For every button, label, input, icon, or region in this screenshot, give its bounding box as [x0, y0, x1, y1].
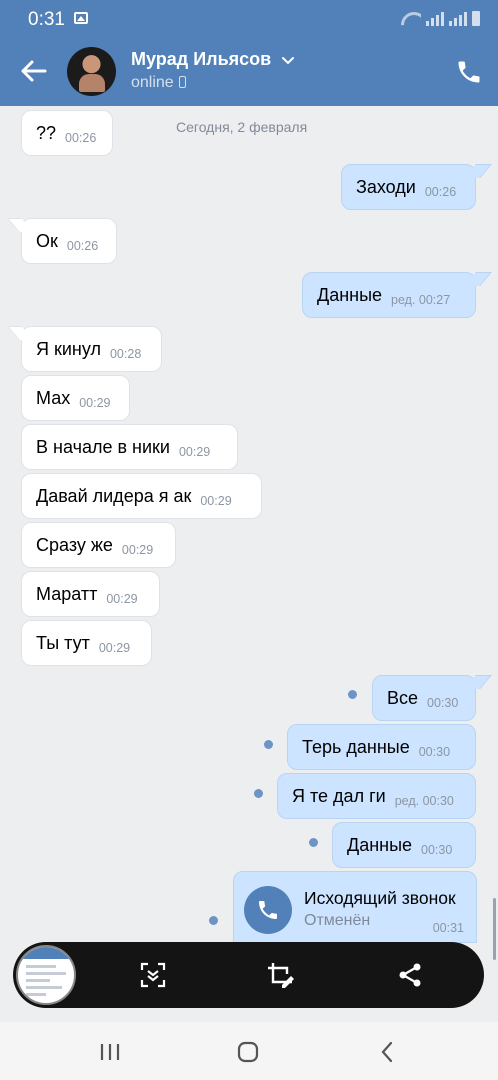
message-incoming[interactable]: Ок 00:26	[21, 218, 117, 264]
message-time: ред. 00:30	[394, 794, 454, 808]
message-time: 00:26	[65, 131, 97, 145]
unread-dot	[309, 838, 318, 847]
recent-apps-icon[interactable]	[96, 1038, 124, 1066]
message-time: 00:29	[106, 592, 138, 606]
message-text: Ок	[36, 230, 58, 251]
message-text: Терь данные	[302, 736, 410, 757]
unread-dot	[209, 916, 218, 925]
call-message[interactable]: Исходящий звонок Отменён 00:31	[233, 871, 477, 943]
status-text: online	[131, 74, 174, 91]
message-incoming[interactable]: Ты тут 00:29	[21, 620, 152, 666]
call-status: Отменён	[304, 912, 371, 929]
message-time: 00:30	[418, 745, 451, 759]
message-time: 00:29	[178, 445, 211, 459]
avatar[interactable]	[67, 47, 116, 96]
back-arrow-icon[interactable]	[18, 58, 48, 84]
phone-icon	[259, 901, 277, 919]
message-incoming[interactable]: В начале в ники 00:29	[21, 424, 238, 470]
message-text: Давай лидера я ак	[36, 485, 192, 506]
message-text: В начале в ники	[36, 436, 170, 457]
message-incoming[interactable]: Мах 00:29	[21, 375, 130, 421]
message-text: Маратт	[36, 583, 98, 604]
message-outgoing[interactable]: Заходи 00:26	[341, 164, 476, 210]
mobile-icon	[178, 76, 186, 88]
crop-edit-icon[interactable]	[266, 961, 294, 989]
gallery-notification-icon	[74, 12, 88, 24]
contact-status: online	[131, 74, 186, 92]
signal-icon	[426, 10, 444, 26]
message-text: Данные	[347, 834, 413, 855]
chevron-down-icon[interactable]	[282, 56, 294, 66]
message-incoming[interactable]: Маратт 00:29	[21, 571, 160, 617]
screenshot-thumbnail[interactable]	[16, 945, 76, 1005]
signal-2-icon	[449, 10, 467, 26]
message-time: 00:28	[109, 347, 142, 361]
message-time: 00:29	[79, 396, 111, 410]
chat-header: 0:31 Мурад Ильясов online	[0, 0, 498, 106]
phone-call-icon[interactable]	[455, 58, 483, 86]
message-text: Все	[387, 687, 419, 708]
battery-icon	[472, 10, 480, 26]
status-time: 0:31	[28, 9, 65, 30]
message-time: 00:30	[427, 696, 459, 710]
message-text: Я те дал ги	[292, 785, 386, 806]
scroll-capture-icon[interactable]	[139, 961, 167, 989]
message-text: Данные	[317, 284, 383, 305]
message-outgoing[interactable]: Все 00:30	[372, 675, 476, 721]
message-outgoing[interactable]: Данные 00:30	[332, 822, 476, 868]
unread-dot	[254, 789, 263, 798]
message-text: Мах	[36, 387, 71, 408]
message-incoming[interactable]: ?? 00:26	[21, 110, 113, 156]
message-incoming[interactable]: Давай лидера я ак 00:29	[21, 473, 262, 519]
back-nav-icon[interactable]	[374, 1038, 402, 1066]
message-time: 00:29	[121, 543, 154, 557]
call-title: Исходящий звонок	[304, 888, 456, 908]
message-text: Ты тут	[36, 632, 90, 653]
contact-name[interactable]: Мурад Ильясов	[131, 49, 271, 70]
navigation-bar	[0, 1022, 498, 1080]
message-time: ред. 00:27	[391, 293, 451, 307]
message-time: 00:29	[98, 641, 131, 655]
scrollbar[interactable]	[493, 898, 496, 960]
screenshot-toolbar	[13, 942, 484, 1008]
message-time: 00:30	[421, 843, 453, 857]
message-time: 00:29	[200, 494, 232, 508]
status-bar: 0:31	[0, 0, 498, 38]
call-time: 00:31	[432, 921, 464, 935]
share-icon[interactable]	[396, 961, 424, 989]
message-time: 00:26	[424, 185, 457, 199]
date-separator: Сегодня, 2 февраля	[176, 119, 308, 135]
message-time: 00:26	[66, 239, 99, 253]
message-text: Я кинул	[36, 338, 101, 359]
status-icons	[401, 10, 480, 26]
unread-dot	[264, 740, 273, 749]
home-icon[interactable]	[234, 1038, 262, 1066]
message-text: Заходи	[356, 176, 416, 197]
call-button[interactable]	[244, 886, 292, 934]
unread-dot	[348, 690, 357, 699]
message-outgoing[interactable]: Данные ред. 00:27	[302, 272, 476, 318]
message-text: Сразу же	[36, 534, 113, 555]
message-outgoing[interactable]: Я те дал ги ред. 00:30	[277, 773, 476, 819]
message-outgoing[interactable]: Терь данные 00:30	[287, 724, 476, 770]
message-text: ??	[36, 122, 57, 143]
message-incoming[interactable]: Сразу же 00:29	[21, 522, 176, 568]
message-incoming[interactable]: Я кинул 00:28	[21, 326, 162, 372]
wifi-icon	[401, 10, 421, 26]
